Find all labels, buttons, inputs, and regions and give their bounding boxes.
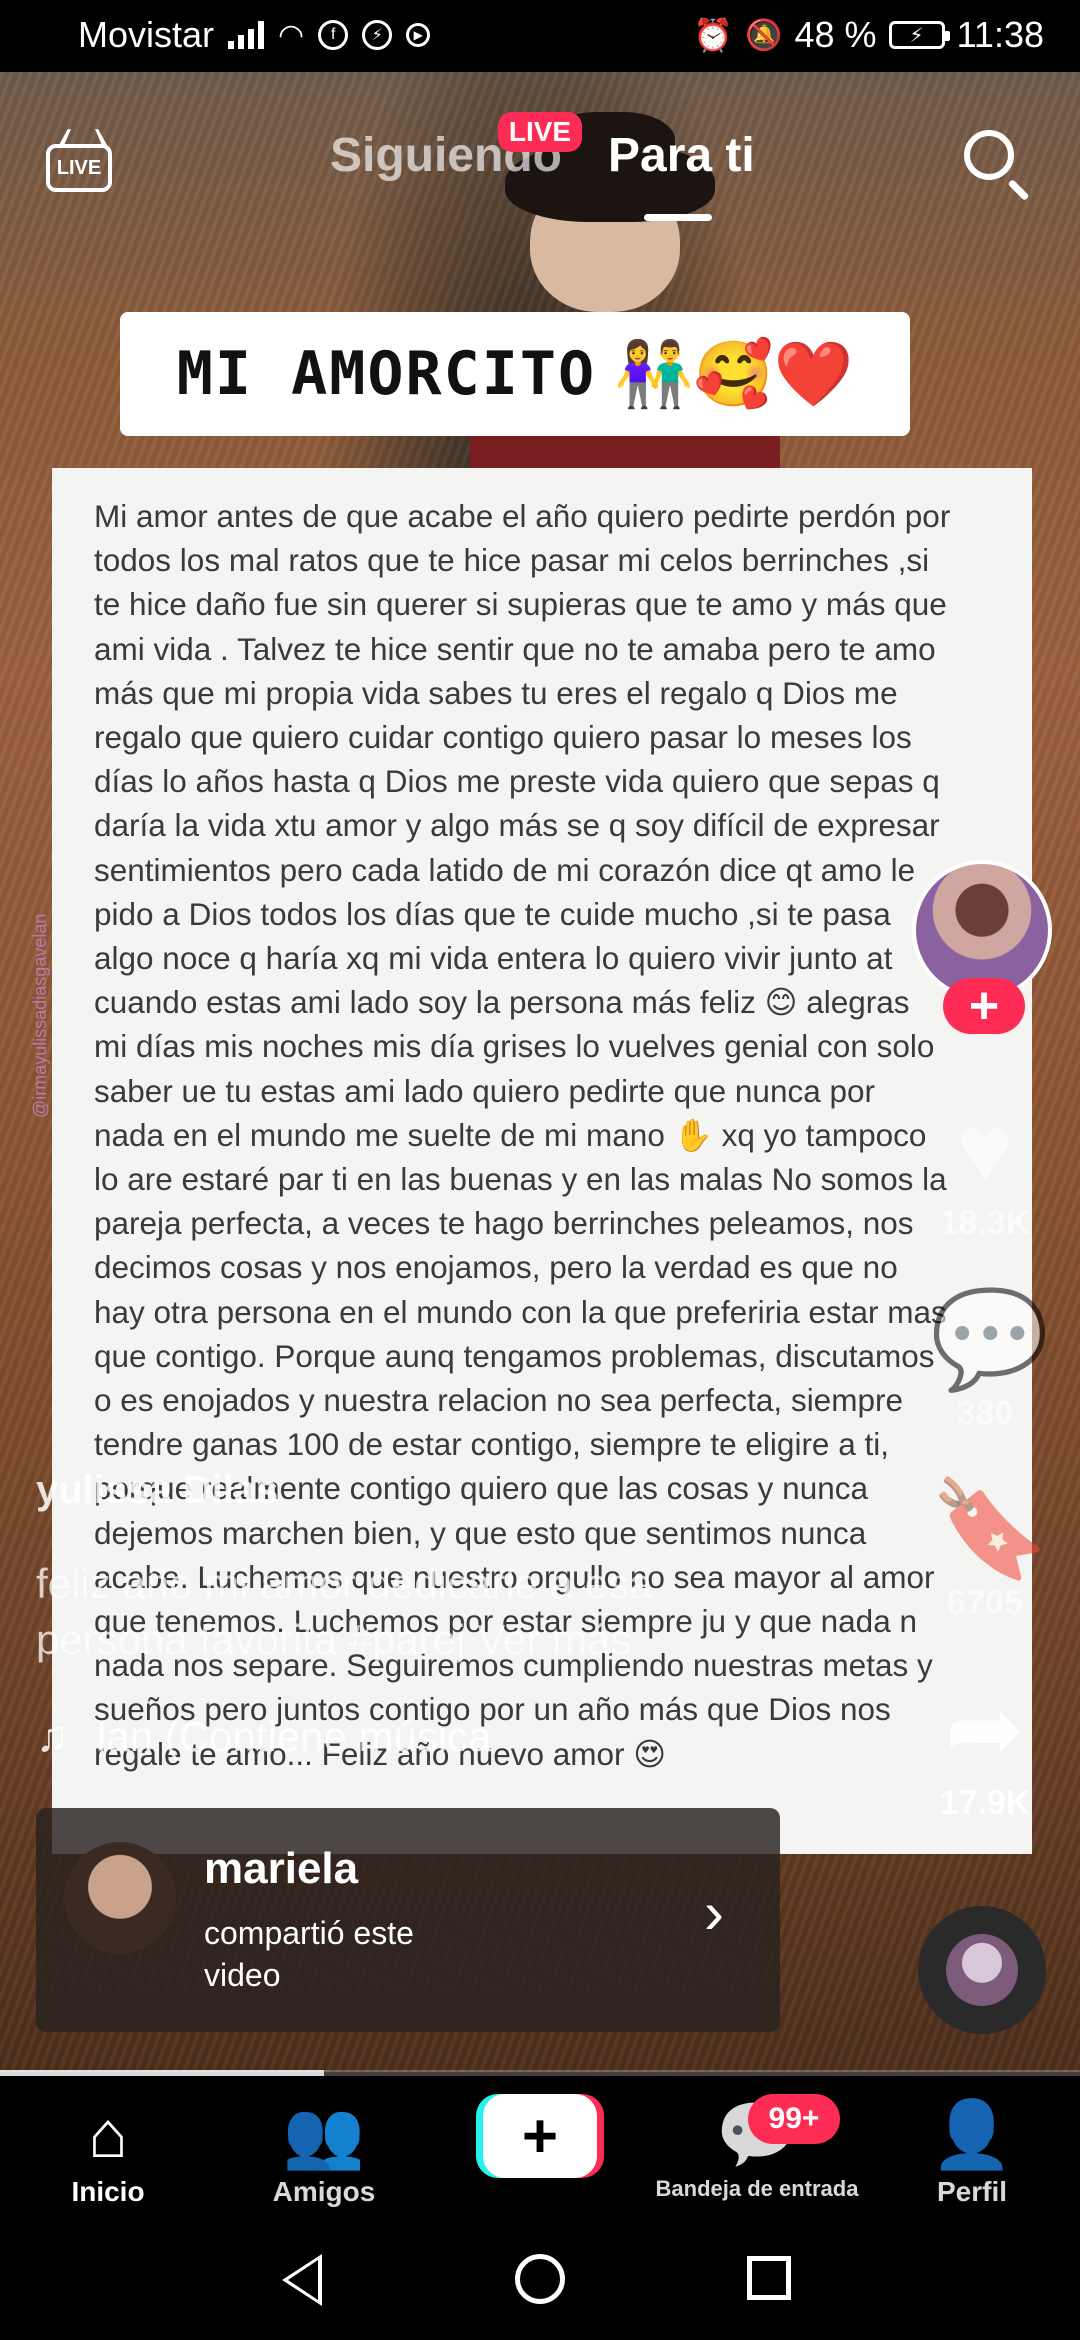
bookmark-button[interactable]: 🔖 6705 (930, 1476, 1050, 1623)
status-bar: Movistar ◠ f ⚡ ▶ ⏰ 🔕 48 % ⚡ 11:38 (0, 0, 1080, 72)
media-icon: ▶ (406, 23, 431, 47)
create-button[interactable]: + (476, 2094, 604, 2178)
top-nav: LIVE Siguiendo LIVE Para ti (0, 112, 1080, 221)
active-tab-indicator (644, 214, 712, 221)
tab-for-you[interactable]: Para ti (608, 128, 755, 183)
friends-icon: 👥 (282, 2097, 366, 2171)
video-title-emoji: 👫🥰❤️ (614, 337, 854, 410)
bottom-nav: ⌂ Inicio 👥 Amigos + 💬 99+ Bandeja de ent… (0, 2076, 1080, 2216)
alarm-icon: ⏰ (693, 17, 734, 53)
share-count: 17.9K (939, 1784, 1031, 1822)
nav-profile-label: Perfil (936, 2176, 1008, 2207)
facebook-icon: f (318, 20, 349, 50)
caption-author[interactable]: yulissa Dilas (36, 1468, 278, 1513)
nav-profile[interactable]: 👤 Perfil (922, 2098, 1022, 2208)
heart-icon: ♥ (956, 1096, 1014, 1203)
battery-icon: ⚡ (888, 21, 950, 49)
messenger-icon: ⚡ (362, 20, 393, 50)
sharer-subtitle: compartió este video (204, 1915, 414, 1993)
chevron-right-icon: › (704, 1879, 724, 1946)
system-nav-bar (0, 2216, 1080, 2340)
plus-icon: + (483, 2094, 597, 2178)
home-icon: ⌂ (88, 2097, 128, 2171)
nav-inbox-label: Bandeja de entrada (655, 2176, 859, 2201)
live-badge: LIVE (498, 112, 582, 152)
home-circle-icon[interactable] (515, 2254, 565, 2304)
nav-home-label: Inicio (71, 2176, 145, 2207)
comment-button[interactable]: 💬 380 (930, 1286, 1050, 1433)
creator-avatar-wrap[interactable]: + (912, 860, 1052, 1035)
caption-text[interactable]: feliz año mi amor dedicarle a esa person… (36, 1556, 796, 1668)
nav-home[interactable]: ⌂ Inicio (58, 2098, 158, 2208)
video-title-text: MI AMORCITO (176, 339, 597, 409)
music-row[interactable]: ♫ lan (Contiene música (36, 1712, 492, 1762)
music-note-icon: ♫ (36, 1712, 69, 1761)
battery-percent: 48 % (794, 14, 877, 55)
sharer-name: mariela (204, 1844, 359, 1893)
clock: 11:38 (956, 14, 1044, 55)
like-button[interactable]: ♥ 18.3K (930, 1100, 1040, 1243)
music-title: lan (Contiene música (97, 1713, 492, 1760)
inbox-badge: 99+ (748, 2094, 840, 2144)
mute-icon: 🔕 (745, 18, 783, 52)
carrier-label: Movistar (78, 14, 215, 55)
music-disc[interactable] (918, 1906, 1046, 2034)
wifi-icon: ◠ (278, 18, 305, 52)
video-title-card: MI AMORCITO 👫🥰❤️ (120, 312, 910, 436)
status-left: Movistar ◠ f ⚡ ▶ (78, 14, 431, 56)
nav-friends-label: Amigos (272, 2176, 376, 2207)
comment-icon: 💬 (930, 1286, 1050, 1393)
follow-button[interactable]: + (943, 977, 1025, 1035)
signal-icon (228, 21, 265, 49)
shared-by-card[interactable]: mariela compartió este video › (36, 1808, 780, 2032)
share-icon: ➦ (944, 1676, 1026, 1783)
comment-count: 380 (956, 1394, 1014, 1432)
status-right: ⏰ 🔕 48 % ⚡ 11:38 (693, 14, 1044, 56)
sharer-avatar (64, 1842, 176, 1954)
like-count: 18.3K (939, 1204, 1031, 1242)
bookmark-count: 6705 (947, 1584, 1023, 1622)
live-tv-icon[interactable]: LIVE (46, 126, 120, 196)
bookmark-icon: 🔖 (930, 1476, 1050, 1583)
share-button[interactable]: ➦ 17.9K (930, 1680, 1040, 1823)
side-watermark: @irmayulissadiasgavelan (30, 913, 50, 1118)
profile-icon: 👤 (930, 2097, 1014, 2171)
music-disc-cover (946, 1934, 1018, 2006)
nav-friends[interactable]: 👥 Amigos (264, 2098, 384, 2208)
recents-icon[interactable] (747, 2256, 791, 2300)
search-icon[interactable] (962, 128, 1032, 201)
nav-inbox[interactable]: 💬 99+ Bandeja de entrada (642, 2094, 872, 2202)
back-icon[interactable] (282, 2254, 322, 2306)
